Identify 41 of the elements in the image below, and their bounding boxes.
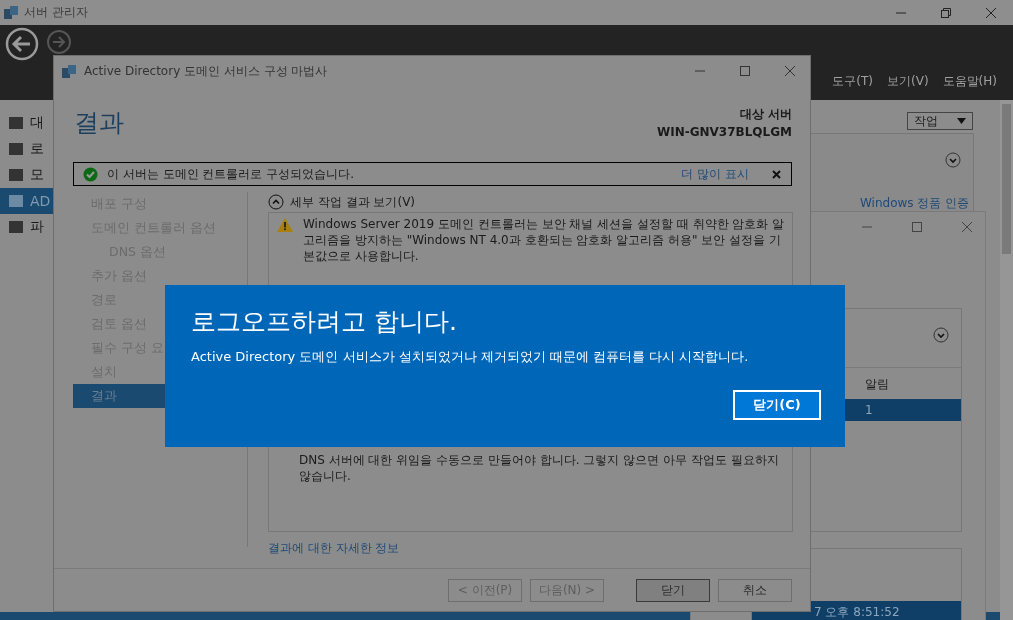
- close-icon[interactable]: [784, 65, 796, 77]
- close-icon[interactable]: [985, 6, 997, 19]
- close-icon[interactable]: [772, 169, 781, 179]
- notice-text: 이 서버는 도메인 컨트롤러로 구성되었습니다.: [107, 165, 356, 183]
- details-link[interactable]: 결과에 대한 자세한 정보: [268, 540, 793, 557]
- column-header[interactable]: 알림: [865, 375, 889, 393]
- maximize-icon[interactable]: [911, 221, 923, 233]
- sidebar-item[interactable]: 로: [0, 136, 53, 162]
- message-text: DNS 서버에 대한 위임을 수동으로 만들어야 합니다. 그렇지 않으면 아무 작업도 필요하지 않습니다.: [299, 452, 780, 484]
- caret-icon: [957, 118, 966, 124]
- wizard-button[interactable]: 취소: [718, 578, 792, 602]
- sidebar-item[interactable]: 파: [0, 214, 53, 240]
- menu-item[interactable]: 도구(T): [832, 73, 874, 90]
- menu-item[interactable]: 보기(V): [887, 73, 929, 90]
- scrollbar[interactable]: [1000, 100, 1013, 620]
- close-button[interactable]: 닫기(C): [733, 390, 821, 420]
- check-icon: [83, 166, 98, 182]
- restore-icon[interactable]: [940, 6, 952, 19]
- details-toggle[interactable]: 세부 작업 결과 보기(V): [268, 192, 793, 212]
- warning-icon: [277, 218, 293, 232]
- chevron-down-icon[interactable]: [945, 152, 961, 168]
- chevron-up-icon: [268, 194, 284, 210]
- window-title: Active Directory 도메인 서비스 구성 마법사: [84, 62, 328, 80]
- chevron-down-icon[interactable]: [933, 327, 949, 343]
- dialog-title: 로그오프하려고 합니다.: [191, 306, 458, 338]
- sidebar-item[interactable]: AD: [0, 188, 53, 214]
- close-icon[interactable]: [961, 221, 973, 233]
- maximize-icon[interactable]: [739, 65, 751, 77]
- page-heading: 결과: [74, 107, 124, 139]
- target-server: WIN-GNV37BLQLGM: [656, 125, 792, 139]
- window-title: 서버 관리자: [24, 4, 88, 21]
- message-text: Windows Server 2019 도메인 컨트롤러는 보안 채널 세션을 설정할 때 취약한 암호화 알고리즘을 방지하는 "Windows NT 4.0과 호환되는 암호화 알고리즘 허용" 보안 설정을 기본값으로 사용합니다.: [303, 216, 786, 264]
- wizard-button[interactable]: 닫기: [636, 578, 710, 602]
- target-label: 대상 서버: [739, 106, 792, 123]
- sidebar-item[interactable]: 대: [0, 110, 53, 136]
- tasks-dropdown[interactable]: 작업: [907, 112, 973, 130]
- menu-item[interactable]: 도움말(H): [942, 73, 997, 90]
- sidebar-item[interactable]: 모: [0, 162, 53, 188]
- activation-link[interactable]: Windows 정품 인증: [860, 195, 970, 212]
- dialog-message: Active Directory 도메인 서비스가 설치되었거나 제거되었기 때문에 컴퓨터를 다시 시작합니다.: [191, 348, 750, 366]
- show-more-link[interactable]: 더 많이 표시: [681, 165, 749, 183]
